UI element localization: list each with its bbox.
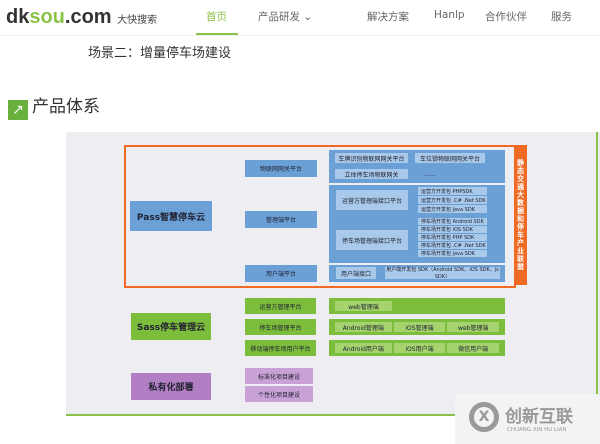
platform: 移动端停车场用户平台 <box>245 340 316 356</box>
divider <box>596 132 598 414</box>
platform: 管理端平台 <box>245 211 317 228</box>
nav-active-indicator <box>196 33 238 35</box>
logo-text: dk <box>6 6 30 28</box>
nav-partners[interactable]: 合作伙伴 <box>485 9 527 24</box>
section-heading: ↗ 产品体系 <box>8 92 100 120</box>
api-platform: 停车场管理端接口平台 <box>336 230 408 250</box>
top-nav: dksou.com 大快搜索 首页 产品研发 ⌄ 解决方案 Hanlp 合作伙伴… <box>0 0 600 36</box>
client-item: iOS用户端 <box>393 343 446 353</box>
sdk-item: 停车场开发包 iOS SDK <box>418 226 487 233</box>
nav-solutions[interactable]: 解决方案 <box>367 9 409 24</box>
sdk-list: 运营方开发包 PHPSDK 运营方开发包 .C# .Net SDK 运营方开发包… <box>418 187 487 213</box>
nav-services[interactable]: 服务 <box>551 9 572 24</box>
watermark-subtext: CHUANG XIN HU LIAN <box>507 427 567 433</box>
user-sdk: 用户端开发包 SDK（Android SDK、iOS SDK、js SDK） <box>385 267 500 280</box>
platform: 停车场管理平台 <box>245 319 316 335</box>
logo[interactable]: dksou.com 大快搜索 <box>6 6 157 29</box>
nav-home[interactable]: 首页 <box>206 9 227 24</box>
client-item: web管理端 <box>447 322 499 332</box>
platform: 用户端平台 <box>245 265 317 282</box>
sdk-item: 运营方开发包 .C# .Net SDK <box>418 196 487 204</box>
user-api: 用户端接口 <box>336 267 376 279</box>
divider <box>66 414 466 416</box>
client-item: web管理端 <box>335 301 392 311</box>
watermark-text: 创新互联 <box>505 407 573 427</box>
sass-cloud: Sass停车管理云 <box>131 313 211 340</box>
client-item: Android用户端 <box>335 343 392 353</box>
arrow-icon: ↗ <box>8 100 28 120</box>
logo-subtitle: 大快搜索 <box>117 15 158 26</box>
sass-row: Android管理端 iOS管理端 web管理端 <box>329 319 505 335</box>
sdk-item: 运营方开发包 java SDK <box>418 205 487 213</box>
nav-products[interactable]: 产品研发 ⌄ <box>258 9 312 24</box>
nav-hanlp[interactable]: Hanlp <box>434 9 465 21</box>
pass-cloud: Pass智慧停车云 <box>130 201 212 231</box>
sdk-list: 停车场开发包 Android SDK 停车场开发包 iOS SDK 停车场开发包… <box>418 218 487 257</box>
api-platform: 运营方管理端接口平台 <box>336 190 408 210</box>
scene-title: 场景二：增量停车场建设 <box>88 46 232 61</box>
platform: 物联网网关平台 <box>245 160 317 177</box>
sdk-item: 停车场开发包 PHP SDK <box>418 234 487 241</box>
logo-text: sou <box>29 6 65 28</box>
iot-item: 立体停车场物联网关 <box>335 169 408 179</box>
sdk-item: 停车场开发包 .C# .Net SDK <box>418 242 487 249</box>
iot-item: 车牌识别物联网网关平台 <box>335 153 408 163</box>
sdk-item: 停车场开发包 Android SDK <box>418 218 487 225</box>
client-item: 微信用户端 <box>447 343 499 353</box>
platform: 运营方管理平台 <box>245 298 316 314</box>
sdk-item: 停车场开发包 java SDK <box>418 250 487 257</box>
section-title: 产品体系 <box>32 97 100 117</box>
private-deploy: 私有化部署 <box>131 373 211 400</box>
iot-item: 车位锁物联网网关平台 <box>415 153 485 163</box>
private-item: 标准化项目建设 <box>245 368 313 384</box>
private-item: 个性化项目建设 <box>245 386 313 402</box>
logo-text: .com <box>64 6 112 28</box>
sass-row: Android用户端 iOS用户端 微信用户端 <box>329 340 505 356</box>
sdk-item: 运营方开发包 PHPSDK <box>418 187 487 195</box>
watermark-logo-icon: X <box>469 402 499 432</box>
alliance-bar: 静态交通大数据和停车产业联盟 <box>514 145 527 285</box>
sass-row: web管理端 <box>329 298 505 314</box>
watermark: X 创新互联 CHUANG XIN HU LIAN <box>455 394 600 444</box>
client-item: iOS管理端 <box>393 322 446 332</box>
iot-item: ...... <box>424 170 436 178</box>
client-item: Android管理端 <box>335 322 392 332</box>
